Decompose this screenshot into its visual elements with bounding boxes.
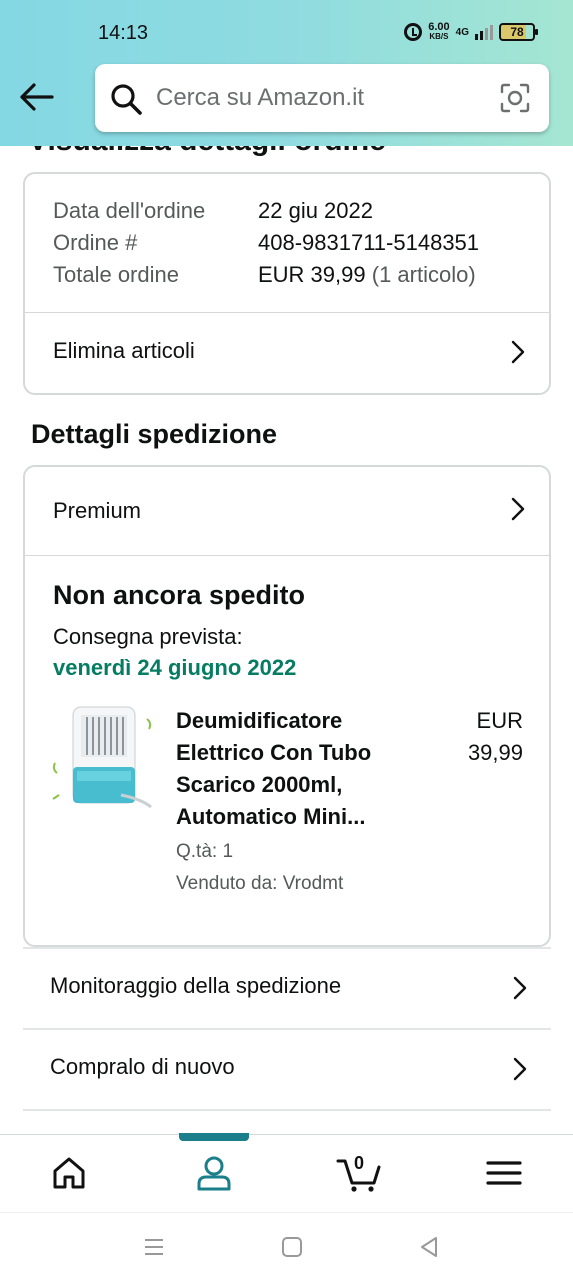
network-type: 4G [455, 26, 469, 38]
track-shipment-label: Monitoraggio della spedizione [50, 973, 342, 998]
product-title[interactable]: Deumidificatore Elettrico Con Tubo Scari… [176, 705, 406, 833]
product-image[interactable] [51, 703, 155, 815]
app-header: 14:13 6.00 KB/S 4G 78 Cerca su Amazon.it [0, 0, 573, 146]
cart-count-badge: 0 [354, 1153, 365, 1173]
system-nav-bar [0, 1212, 573, 1280]
battery-icon: 78 [499, 23, 538, 41]
order-total-items: (1 articolo) [371, 262, 476, 287]
order-summary-card: Data dell'ordine 22 giu 2022 Ordine # 40… [23, 172, 551, 395]
delete-items-row[interactable]: Elimina articoli [25, 313, 549, 395]
buy-again-row[interactable]: Compralo di nuovo [23, 1028, 551, 1108]
shipment-card: Premium Non ancora spedito Consegna prev… [23, 465, 551, 947]
product-seller: Venduto da: Vrodmt [176, 873, 344, 894]
alarm-icon [404, 23, 423, 41]
status-time: 14:13 [98, 22, 149, 44]
delete-items-label: Elimina articoli [53, 338, 195, 363]
chevron-right-icon [511, 340, 525, 364]
account-icon[interactable] [194, 1153, 234, 1193]
menu-icon[interactable] [484, 1153, 524, 1193]
order-number-value: 408-9831711-5148351 [258, 230, 480, 255]
delivery-estimate-label: Consegna prevista: [53, 624, 243, 649]
active-tab-indicator [179, 1133, 249, 1141]
signal-icon [475, 24, 493, 40]
chevron-right-icon [513, 1057, 527, 1081]
recent-apps-icon[interactable] [142, 1235, 166, 1259]
camera-search-icon[interactable] [499, 82, 531, 114]
network-speed: 6.00 KB/S [428, 22, 449, 42]
product-title-line: Automatico Mini... [176, 804, 366, 829]
shipping-method-label: Premium [53, 498, 142, 523]
price-currency: EUR [476, 708, 523, 733]
product-title-line: Deumidificatore [176, 708, 343, 733]
order-date-value: 22 giu 2022 [258, 198, 373, 223]
order-number-label: Ordine # [53, 230, 138, 255]
order-date-label: Data dell'ordine [53, 198, 206, 223]
product-title-line: Scarico 2000ml, [176, 772, 343, 797]
product-quantity: Q.tà: 1 [176, 841, 234, 862]
order-total-label: Totale ordine [53, 262, 179, 287]
product-price: EUR 39,99 [468, 705, 523, 769]
search-icon [111, 84, 142, 115]
list-row-partial [23, 1109, 551, 1134]
home-icon[interactable] [49, 1153, 89, 1193]
price-value: 39,99 [467, 740, 523, 765]
shipping-method-row[interactable]: Premium [25, 467, 549, 555]
home-system-icon[interactable] [280, 1235, 304, 1259]
shipment-status: Non ancora spedito [53, 580, 306, 610]
search-input[interactable]: Cerca su Amazon.it [156, 84, 364, 112]
track-shipment-row[interactable]: Monitoraggio della spedizione [23, 947, 551, 1027]
buy-again-label: Compralo di nuovo [50, 1054, 235, 1079]
page-title: Visualizza dettagli ordine [28, 146, 386, 158]
search-bar[interactable]: Cerca su Amazon.it [95, 64, 549, 132]
order-total-amount: EUR 39,99 [258, 262, 366, 287]
back-system-icon[interactable] [417, 1235, 441, 1259]
chevron-right-icon [513, 976, 527, 1000]
product-title-line: Elettrico Con Tubo [176, 740, 372, 765]
order-total-value: EUR 39,99 (1 articolo) [258, 262, 476, 288]
bottom-tab-bar: 0 [0, 1133, 573, 1212]
delivery-estimate-date: venerdì 24 giugno 2022 [53, 655, 297, 680]
network-speed-unit: KB/S [429, 32, 449, 41]
status-icons: 6.00 KB/S 4G 78 [404, 22, 538, 42]
back-arrow-icon[interactable] [18, 82, 54, 112]
chevron-right-icon [511, 497, 525, 521]
divider [25, 555, 549, 556]
shipping-details-heading: Dettagli spedizione [31, 419, 278, 449]
